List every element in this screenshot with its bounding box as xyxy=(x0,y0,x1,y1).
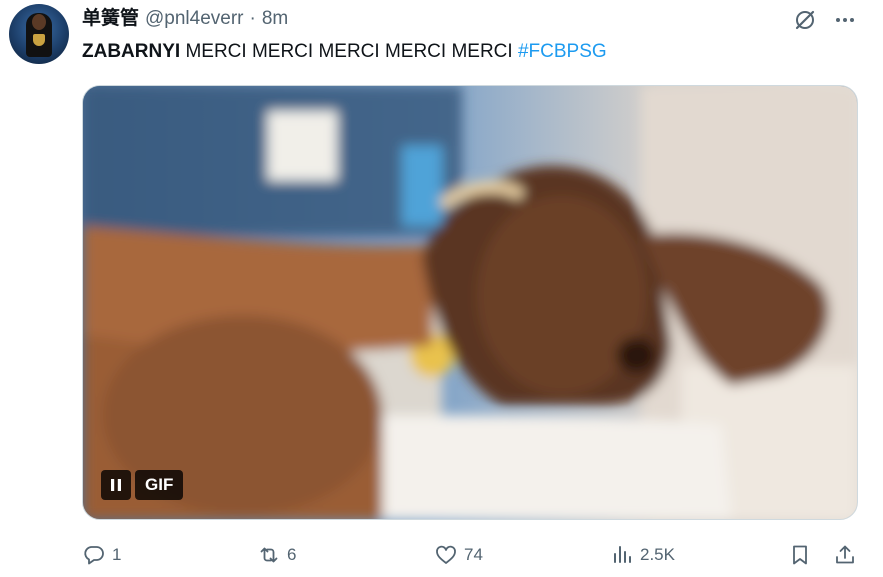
timestamp[interactable]: 8m xyxy=(262,7,288,31)
like-icon xyxy=(436,545,456,564)
pause-icon xyxy=(111,479,121,491)
like-button[interactable]: 74 xyxy=(434,540,483,570)
bookmark-icon xyxy=(793,545,807,565)
bookmark-button[interactable] xyxy=(788,543,812,567)
repost-count: 6 xyxy=(287,545,297,564)
header-separator: · xyxy=(249,8,256,29)
tweet-header: 单簧管 @pnl4everr · 8m xyxy=(82,7,288,31)
display-name[interactable]: 单簧管 xyxy=(82,7,139,31)
views-button[interactable]: 2.5K xyxy=(610,540,675,570)
share-icon xyxy=(836,545,854,564)
gif-controls: GIF xyxy=(101,470,184,500)
user-handle[interactable]: @pnl4everr xyxy=(145,7,244,31)
gif-media[interactable]: GIF xyxy=(82,85,858,520)
reply-count: 1 xyxy=(112,545,122,564)
tweet-text: ZABARNYI MERCI MERCI MERCI MERCI MERCI #… xyxy=(82,40,607,64)
hashtag-link[interactable]: #FCBPSG xyxy=(518,41,607,62)
avatar-face xyxy=(32,14,46,30)
pause-button[interactable] xyxy=(101,470,131,500)
like-count: 74 xyxy=(464,545,483,564)
repost-icon xyxy=(260,547,278,563)
reply-icon xyxy=(84,546,104,565)
share-button[interactable] xyxy=(833,543,857,567)
reply-button[interactable]: 1 xyxy=(82,540,121,570)
avatar[interactable] xyxy=(9,4,69,64)
repost-button[interactable]: 6 xyxy=(257,540,296,570)
gif-badge: GIF xyxy=(135,470,184,500)
more-icon[interactable] xyxy=(833,8,857,32)
avatar-trophy xyxy=(33,34,45,46)
tweet-text-bold: ZABARNYI xyxy=(82,41,181,62)
gif-frame xyxy=(83,86,857,519)
action-bar: 1 6 74 2.5K xyxy=(0,540,883,570)
views-count: 2.5K xyxy=(640,545,675,564)
grok-icon[interactable] xyxy=(793,8,817,32)
views-icon xyxy=(614,546,631,563)
tweet-text-body: MERCI MERCI MERCI MERCI MERCI xyxy=(180,41,518,62)
